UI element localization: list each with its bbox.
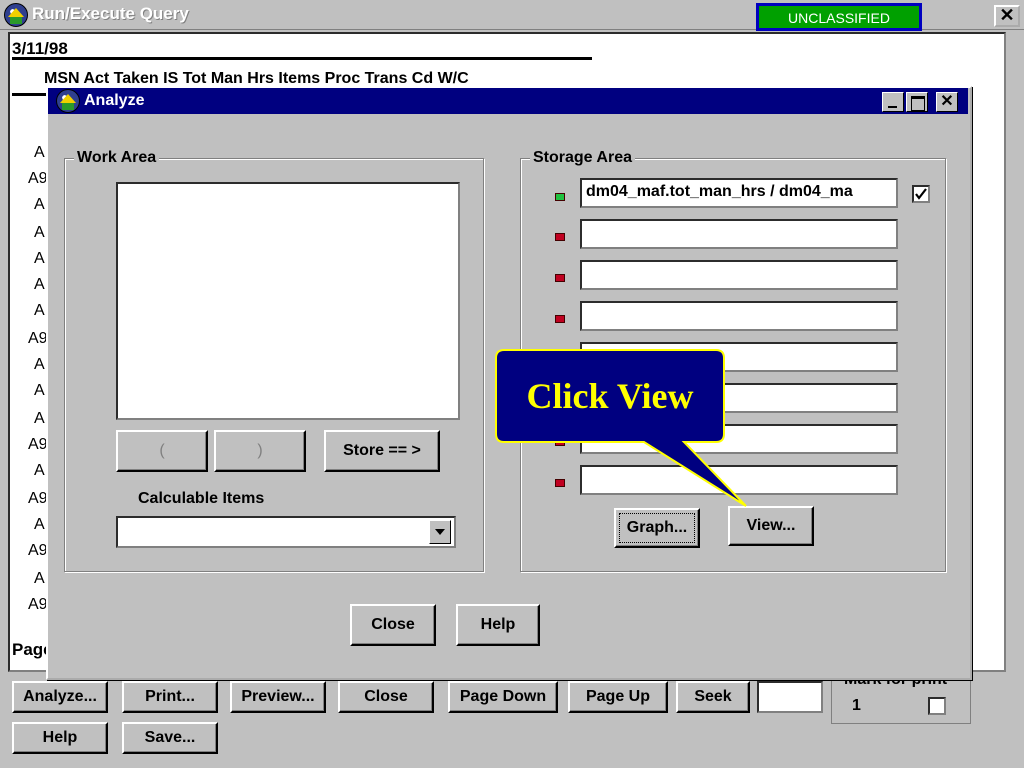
preview-button[interactable]: Preview... xyxy=(230,681,326,713)
outer-window-title: Run/Execute Query xyxy=(32,4,189,23)
page-up-button[interactable]: Page Up xyxy=(568,681,668,713)
button-label: Preview... xyxy=(241,688,315,705)
graph-button[interactable]: Graph... xyxy=(614,508,700,548)
slot-status-icon xyxy=(555,274,565,282)
button-label: Close xyxy=(364,688,408,705)
help-button[interactable]: Help xyxy=(12,722,108,754)
storage-slot-3[interactable] xyxy=(580,260,898,290)
minimize-button[interactable] xyxy=(882,92,904,112)
print-button[interactable]: Print... xyxy=(122,681,218,713)
page-label: Page xyxy=(12,640,48,659)
analyze-dialog-title: Analyze xyxy=(84,92,145,109)
storage-slot-1[interactable]: dm04_maf.tot_man_hrs / dm04_ma xyxy=(580,178,898,208)
storage-slot-4[interactable] xyxy=(580,301,898,331)
close-icon: ✕ xyxy=(999,5,1015,25)
close-paren-button[interactable]: ) xyxy=(214,430,306,472)
calculable-items-select[interactable] xyxy=(116,516,456,548)
button-label: Page Up xyxy=(585,688,650,705)
mark-for-print-value: 1 xyxy=(852,697,861,714)
close-report-button[interactable]: Close xyxy=(338,681,434,713)
mark-for-print-checkbox[interactable] xyxy=(928,697,946,715)
open-paren-button[interactable]: ( xyxy=(116,430,208,472)
storage-slot-2[interactable] xyxy=(580,219,898,249)
page-down-button[interactable]: Page Down xyxy=(448,681,558,713)
dialog-close-icon[interactable]: ✕ xyxy=(936,92,958,112)
button-label: Save... xyxy=(144,729,196,746)
button-label: Close xyxy=(371,616,415,633)
button-label: Page Down xyxy=(459,688,547,705)
save-button[interactable]: Save... xyxy=(122,722,218,754)
storage-slot-1-checkbox[interactable] xyxy=(912,185,930,203)
analyze-button[interactable]: Analyze... xyxy=(12,681,108,713)
button-label: ) xyxy=(257,442,263,459)
work-area-list[interactable] xyxy=(116,182,460,420)
work-area-label: Work Area xyxy=(74,149,160,167)
slot-status-icon xyxy=(555,193,565,201)
callout-text: Click View xyxy=(526,376,694,416)
analyze-dialog-titlebar xyxy=(48,88,968,114)
report-divider xyxy=(12,57,592,60)
button-label: Help xyxy=(42,729,78,746)
callout-bubble xyxy=(495,349,747,507)
outer-close-button[interactable]: ✕ xyxy=(994,5,1020,27)
app-icon xyxy=(4,3,28,27)
chevron-down-icon[interactable] xyxy=(429,520,451,544)
button-label: Store == > xyxy=(343,442,421,459)
button-label: Graph... xyxy=(626,519,688,536)
button-label: Seek xyxy=(694,688,732,705)
checkmark-icon xyxy=(915,188,927,200)
dialog-close-button[interactable]: Close xyxy=(350,604,436,646)
button-label: View... xyxy=(746,517,796,534)
report-header-rule xyxy=(12,93,48,96)
maximize-button[interactable] xyxy=(906,92,928,112)
button-label: Help xyxy=(480,616,516,633)
seek-button[interactable]: Seek xyxy=(676,681,750,713)
view-button[interactable]: View... xyxy=(728,506,814,546)
calculable-items-label: Calculable Items xyxy=(138,490,265,507)
button-label: Print... xyxy=(145,688,195,705)
store-button[interactable]: Store == > xyxy=(324,430,440,472)
storage-area-label: Storage Area xyxy=(530,149,635,167)
slot-status-icon xyxy=(555,233,565,241)
seek-input[interactable] xyxy=(757,681,823,713)
dialog-app-icon xyxy=(56,89,80,113)
dialog-help-button[interactable]: Help xyxy=(456,604,540,646)
button-label: ( xyxy=(159,442,165,459)
classification-text: UNCLASSIFIED xyxy=(788,10,890,26)
report-date: 3/11/98 xyxy=(12,39,68,58)
slot-status-icon xyxy=(555,315,565,323)
button-label: Analyze... xyxy=(23,688,97,705)
classification-banner: UNCLASSIFIED xyxy=(756,3,922,31)
